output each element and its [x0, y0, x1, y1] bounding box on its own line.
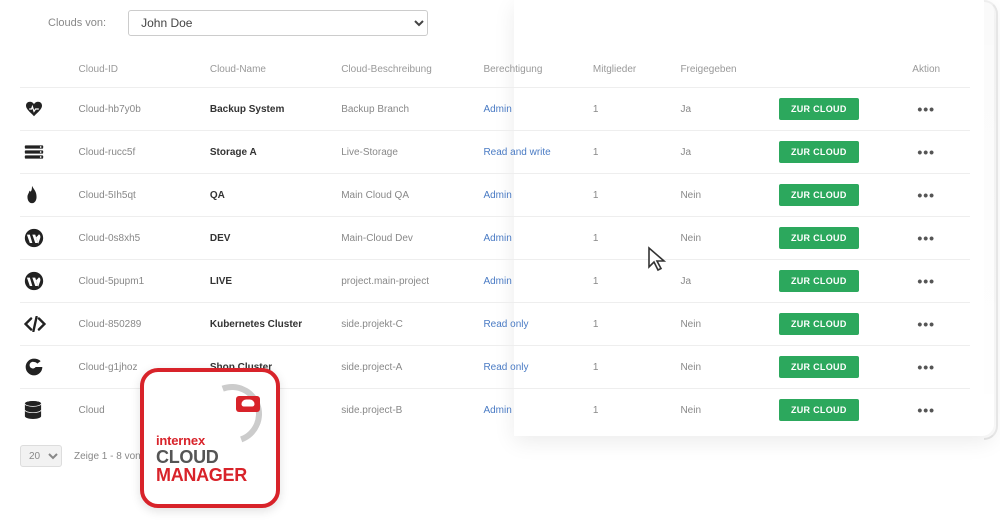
more-actions-button[interactable]: •••	[917, 101, 935, 117]
cloud-name: Storage A	[210, 147, 257, 158]
cloud-id: Cloud-850289	[73, 303, 204, 346]
header-action: Aktion	[882, 56, 970, 88]
cloud-name: QA	[210, 190, 225, 201]
table-row: Cloud-5pupm1 LIVE project.main-project Admi…	[20, 260, 970, 303]
more-actions-button[interactable]: •••	[917, 144, 935, 160]
cloud-description: project.main-project	[335, 260, 477, 303]
flame-icon	[24, 185, 69, 205]
header-cloud-id: Cloud-ID	[73, 56, 204, 88]
header-cloud-desc: Cloud-Beschreibung	[335, 56, 477, 88]
zur-cloud-button[interactable]: ZUR CLOUD	[779, 356, 859, 378]
shared-status: Nein	[674, 217, 773, 260]
cloud-description: side.projekt-C	[335, 303, 477, 346]
zur-cloud-button[interactable]: ZUR CLOUD	[779, 184, 859, 206]
cloud-name: Kubernetes Cluster	[210, 319, 302, 330]
cloud-description: Live-Storage	[335, 131, 477, 174]
members-count: 1	[587, 217, 675, 260]
heartbeat-icon	[24, 101, 69, 117]
permission-link[interactable]: Read only	[483, 319, 528, 330]
cloud-id: Cloud-5pupm1	[73, 260, 204, 303]
clouds-von-select[interactable]: John Doe	[128, 10, 428, 36]
cloud-icon	[236, 396, 260, 412]
shared-status: Nein	[674, 346, 773, 389]
members-count: 1	[587, 88, 675, 131]
header-cloud-name: Cloud-Name	[204, 56, 335, 88]
table-row: Cloud-0s8xh5 DEV Main-Cloud Dev Admin 1Nein Z…	[20, 217, 970, 260]
zur-cloud-button[interactable]: ZUR CLOUD	[779, 270, 859, 292]
permission-link[interactable]: Admin	[483, 190, 511, 201]
more-actions-button[interactable]: •••	[917, 273, 935, 289]
code-icon	[24, 316, 69, 332]
cloud-description: Main-Cloud Dev	[335, 217, 477, 260]
members-count: 1	[587, 346, 675, 389]
permission-link[interactable]: Read and write	[483, 147, 550, 158]
server-icon	[24, 144, 69, 160]
header-permission: Berechtigung	[477, 56, 586, 88]
members-count: 1	[587, 389, 675, 432]
table-row: Cloud-850289 Kubernetes Cluster side.proje…	[20, 303, 970, 346]
permission-link[interactable]: Admin	[483, 104, 511, 115]
more-actions-button[interactable]: •••	[917, 402, 935, 418]
zur-cloud-button[interactable]: ZUR CLOUD	[779, 227, 859, 249]
cloud-name: Backup System	[210, 104, 284, 115]
cloud-id: Cloud-5Ih5qt	[73, 174, 204, 217]
cloud-name: LIVE	[210, 276, 232, 287]
permission-link[interactable]: Admin	[483, 233, 511, 244]
table-row: Cloud-hb7y0b Backup System Backup Branch Ad…	[20, 88, 970, 131]
permission-link[interactable]: Read only	[483, 362, 528, 373]
header-members: Mitglieder	[587, 56, 675, 88]
cloud-description: side.project-B	[335, 389, 477, 432]
page-size-select[interactable]: 20	[20, 445, 62, 467]
shared-status: Nein	[674, 389, 773, 432]
pagination-info: Zeige 1 - 8 von 8	[74, 451, 149, 462]
cloud-id: Cloud-rucc5f	[73, 131, 204, 174]
more-actions-button[interactable]: •••	[917, 316, 935, 332]
cloud-manager-logo: internex CLOUD MANAGER	[140, 368, 280, 508]
more-actions-button[interactable]: •••	[917, 359, 935, 375]
members-count: 1	[587, 260, 675, 303]
shared-status: Ja	[674, 260, 773, 303]
database-icon	[24, 400, 69, 420]
cloud-description: Backup Branch	[335, 88, 477, 131]
header-shared: Freigegeben	[674, 56, 773, 88]
permission-link[interactable]: Admin	[483, 276, 511, 287]
wordpress-icon	[24, 271, 69, 291]
filter-label: Clouds von:	[48, 17, 106, 29]
cloud-id: Cloud-hb7y0b	[73, 88, 204, 131]
zur-cloud-button[interactable]: ZUR CLOUD	[779, 98, 859, 120]
cloud-id: Cloud-0s8xh5	[73, 217, 204, 260]
zur-cloud-button[interactable]: ZUR CLOUD	[779, 313, 859, 335]
table-row: Cloud-5Ih5qt QA Main Cloud QA Admin 1Nein ZUR…	[20, 174, 970, 217]
members-count: 1	[587, 131, 675, 174]
members-count: 1	[587, 303, 675, 346]
zur-cloud-button[interactable]: ZUR CLOUD	[779, 399, 859, 421]
cloud-name: DEV	[210, 233, 231, 244]
shared-status: Ja	[674, 88, 773, 131]
shared-status: Nein	[674, 174, 773, 217]
more-actions-button[interactable]: •••	[917, 230, 935, 246]
members-count: 1	[587, 174, 675, 217]
shared-status: Ja	[674, 131, 773, 174]
table-row: Cloud-rucc5f Storage A Live-Storage Read an…	[20, 131, 970, 174]
shared-status: Nein	[674, 303, 773, 346]
cloud-description: side.project-A	[335, 346, 477, 389]
cloud-description: Main Cloud QA	[335, 174, 477, 217]
wordpress-icon	[24, 228, 69, 248]
permission-link[interactable]: Admin	[483, 405, 511, 416]
more-actions-button[interactable]: •••	[917, 187, 935, 203]
g-icon	[24, 357, 69, 377]
zur-cloud-button[interactable]: ZUR CLOUD	[779, 141, 859, 163]
